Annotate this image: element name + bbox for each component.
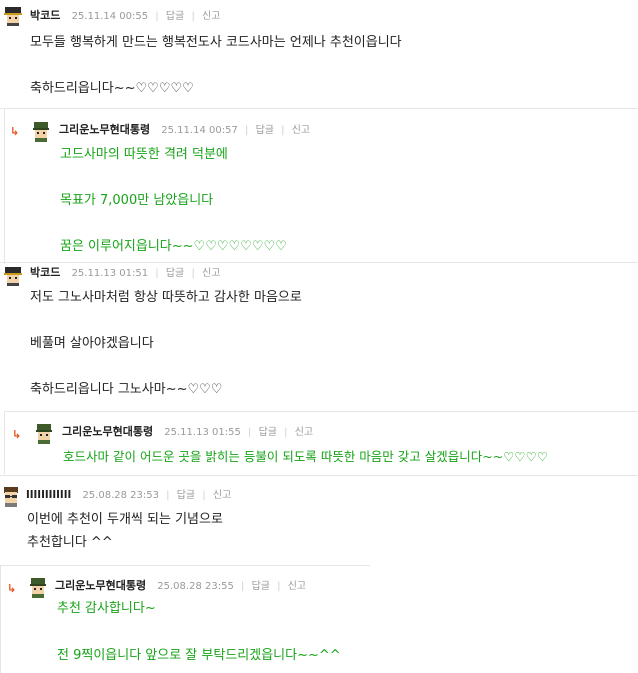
pixel-avatar-helmet-icon (33, 122, 49, 142)
pixel-avatar-cap-icon (4, 7, 22, 26)
comment-text-line: 저도 그노사마처럼 항상 따뜻하고 감사한 마음으로 (30, 290, 302, 305)
comment-text-line: 베풀며 살아야겠읍니다 (30, 336, 154, 351)
comment-meta: 그리운노무현대통령 25.11.14 00:57 | 답글 | 신고 (59, 123, 311, 136)
reply-border (4, 411, 5, 474)
pixel-avatar-glasses-icon (4, 487, 18, 507)
pixel-avatar-cap-icon (4, 267, 22, 286)
author-name[interactable]: 그리운노무현대통령 (59, 123, 150, 136)
divider (4, 411, 638, 412)
reply-button[interactable]: 답글 (259, 427, 277, 438)
comment-date: 25.08.28 23:53 (82, 490, 159, 501)
author-name[interactable]: 박코드 (30, 266, 60, 279)
comment-text-line: 전 9찍이읍니다 앞으로 잘 부탁드리겠읍니다~~^^ (57, 648, 341, 663)
comment-meta: 그리운노무현대통령 25.08.28 23:55 | 답글 | 신고 (55, 579, 307, 592)
report-button[interactable]: 신고 (288, 581, 306, 592)
comment-text-line: 추천합니다 ^^ (27, 535, 113, 550)
comment-text-line: 모두들 행복하게 만드는 행복전도사 코드사마는 언제나 추천이읍니다 (30, 35, 402, 50)
comment-text-line: 축하드리읍니다~~♡♡♡♡♡ (30, 81, 194, 96)
reply-button[interactable]: 답글 (166, 11, 184, 22)
reply-arrow-icon: ↳ (7, 582, 17, 595)
divider (0, 108, 638, 109)
divider (0, 475, 638, 476)
comment-text-line: 고드사마의 따뜻한 격려 덕분에 (60, 147, 228, 162)
report-button[interactable]: 신고 (292, 125, 310, 136)
reply-border (4, 108, 5, 264)
comment-date: 25.11.14 00:57 (161, 125, 238, 136)
divider (0, 565, 370, 566)
report-button[interactable]: 신고 (202, 268, 220, 279)
divider (0, 262, 638, 263)
comment-meta: 박코드 25.11.14 00:55 | 답글 | 신고 (30, 9, 221, 22)
comment-text-line: 축하드리읍니다 그노사마~~♡♡♡ (30, 382, 223, 397)
reply-border (0, 565, 1, 673)
comment-text-line: 꿈은 이루어지읍니다~~♡♡♡♡♡♡♡♡ (60, 239, 287, 254)
report-button[interactable]: 신고 (202, 11, 220, 22)
reply-button[interactable]: 답글 (256, 125, 274, 136)
comment-meta: 그리운노무현대통령 25.11.13 01:55 | 답글 | 신고 (62, 425, 314, 438)
report-button[interactable]: 신고 (295, 427, 313, 438)
comment-text-line: 목표가 7,000만 남았읍니다 (60, 193, 214, 208)
author-name[interactable]: llllllllllll (26, 488, 71, 501)
reply-arrow-icon: ↳ (12, 428, 22, 441)
reply-button[interactable]: 답글 (252, 581, 270, 592)
comment-date: 25.11.13 01:55 (164, 427, 241, 438)
reply-button[interactable]: 답글 (177, 490, 195, 501)
author-name[interactable]: 그리운노무현대통령 (55, 579, 146, 592)
pixel-avatar-helmet-icon (30, 578, 46, 598)
comment-text-line: 호드사마 같이 어드운 곳을 밝히는 등불이 되도록 따뜻한 마음만 갖고 살겠… (63, 449, 549, 464)
author-name[interactable]: 박코드 (30, 9, 60, 22)
comment-date: 25.11.14 00:55 (71, 11, 149, 22)
pixel-avatar-helmet-icon (36, 424, 52, 444)
comment-date: 25.11.13 01:51 (71, 268, 149, 279)
comment-meta: 박코드 25.11.13 01:51 | 답글 | 신고 (30, 266, 221, 279)
author-name[interactable]: 그리운노무현대통령 (62, 425, 153, 438)
report-button[interactable]: 신고 (213, 490, 231, 501)
reply-button[interactable]: 답글 (166, 268, 184, 279)
comment-date: 25.08.28 23:55 (157, 581, 234, 592)
comment-text-line: 이번에 추천이 두개씩 되는 기념으로 (27, 512, 223, 527)
comment-text-line: 추천 감사합니다~ (57, 601, 156, 616)
comment-meta: llllllllllll 25.08.28 23:53 | 답글 | 신고 (26, 488, 232, 501)
reply-arrow-icon: ↳ (10, 125, 20, 138)
